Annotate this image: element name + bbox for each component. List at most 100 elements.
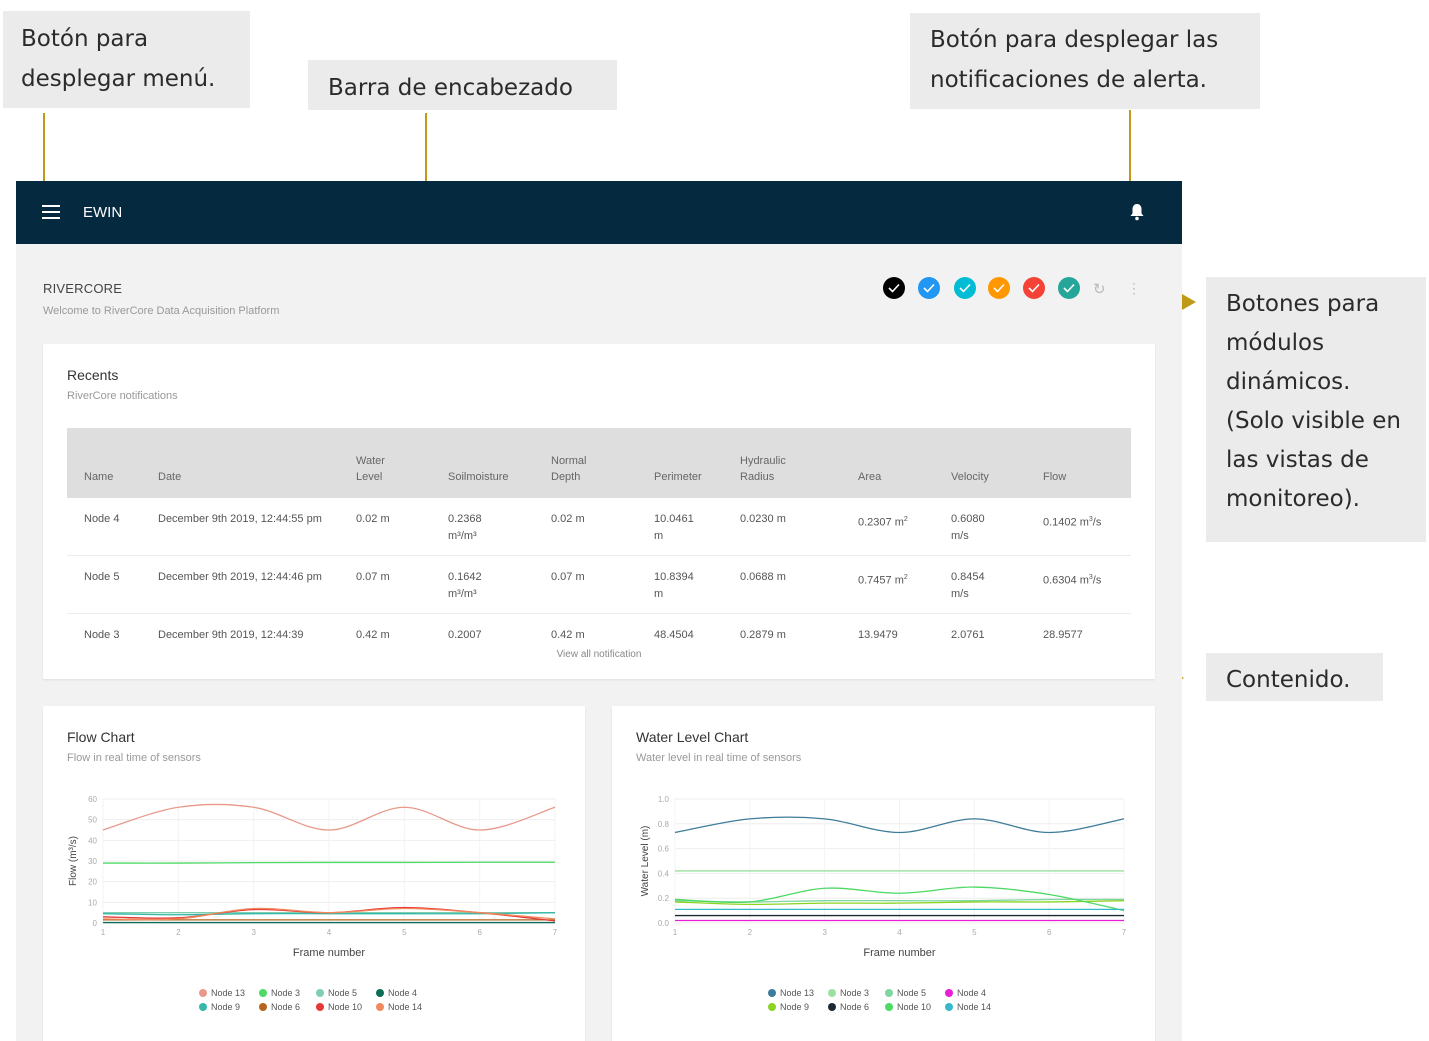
x-tick-label: 1	[673, 928, 678, 937]
column-header[interactable]: Flow	[1026, 428, 1131, 498]
page-title: RIVERCORE	[43, 281, 123, 296]
x-tick-label: 2	[748, 928, 753, 937]
x-tick-label: 6	[1047, 928, 1052, 937]
legend-label: Node 14	[957, 1002, 991, 1012]
module-button-4[interactable]	[988, 277, 1010, 299]
app-title: EWIN	[83, 204, 123, 221]
y-tick-label: 40	[88, 836, 97, 845]
legend-swatch	[259, 989, 267, 997]
module-button-1[interactable]	[883, 277, 905, 299]
column-header[interactable]: Perimeter	[637, 428, 723, 498]
x-tick-label: 1	[101, 928, 106, 937]
legend-label: Node 5	[897, 988, 926, 998]
legend-swatch	[199, 1003, 207, 1011]
cell-soilmoisture: 0.1642 m³/m³	[431, 555, 534, 614]
legend-label: Node 10	[328, 1002, 362, 1012]
flow-chart-card: Flow Chart Flow in real time of sensors …	[43, 706, 585, 1041]
annotation-arrow-menu	[36, 113, 52, 200]
column-header[interactable]: Name	[67, 428, 141, 498]
x-axis-label: Frame number	[293, 947, 365, 959]
annotation-header-bar: Barra de encabezado	[308, 60, 617, 110]
y-tick-label: 0.2	[658, 894, 670, 903]
app-window: EWIN RIVERCORE Welcome to RiverCore Data…	[16, 181, 1182, 1041]
y-tick-label: 0.0	[658, 919, 670, 928]
module-button-5[interactable]	[1023, 277, 1045, 299]
legend-swatch	[259, 1003, 267, 1011]
cell-area: 0.7457 m2	[841, 555, 934, 614]
legend-label: Node 3	[840, 988, 869, 998]
x-tick-label: 4	[327, 928, 332, 937]
legend-swatch	[316, 1003, 324, 1011]
y-tick-label: 1.0	[658, 795, 670, 804]
cell-normal-depth: 0.42 m	[551, 629, 585, 641]
recents-table: Name Date Water Level Soilmoisture Norma…	[67, 428, 1131, 671]
legend-swatch	[316, 989, 324, 997]
check-icon	[1028, 283, 1040, 293]
module-button-3[interactable]	[954, 277, 976, 299]
column-header[interactable]: Date	[141, 428, 339, 498]
check-icon	[993, 283, 1005, 293]
x-tick-label: 7	[1122, 928, 1127, 937]
recents-card: Recents RiverCore notifications Name Dat…	[43, 344, 1155, 679]
recents-subtitle: RiverCore notifications	[67, 390, 178, 402]
recents-title: Recents	[67, 367, 119, 383]
annotation-content: Contenido.	[1206, 653, 1383, 701]
cell-perimeter: 10.8394 m	[637, 555, 723, 614]
x-tick-label: 3	[251, 928, 256, 937]
y-tick-label: 10	[88, 898, 97, 907]
cell-normal-depth: 0.02 m	[534, 498, 637, 556]
column-header[interactable]: Velocity	[934, 428, 1026, 498]
table-row[interactable]: Node 5 December 9th 2019, 12:44:46 pm 0.…	[67, 555, 1131, 614]
legend-swatch	[828, 989, 836, 997]
check-icon	[923, 283, 935, 293]
cell-water-level: 0.07 m	[339, 555, 431, 614]
cell-soilmoisture: 0.2007	[448, 629, 482, 641]
legend-label: Node 6	[840, 1002, 869, 1012]
column-header[interactable]: Hydraulic Radius	[723, 428, 841, 498]
cell-date: December 9th 2019, 12:44:46 pm	[141, 555, 339, 614]
cell-water-level: 0.42 m	[356, 629, 390, 641]
table-row[interactable]: Node 4 December 9th 2019, 12:44:55 pm 0.…	[67, 498, 1131, 556]
legend-label: Node 3	[271, 988, 300, 998]
legend-swatch	[885, 989, 893, 997]
legend-label: Node 6	[271, 1002, 300, 1012]
view-all-notifications-link[interactable]: View all notification	[43, 649, 1155, 660]
more-vertical-icon[interactable]: ⋮	[1127, 280, 1141, 297]
legend-swatch	[945, 1003, 953, 1011]
module-button-2[interactable]	[918, 277, 940, 299]
cell-velocity: 0.6080 m/s	[934, 498, 1026, 556]
annotation-menu-button: Botón para desplegar menú.	[3, 11, 250, 108]
legend-swatch	[885, 1003, 893, 1011]
y-axis-label: Water Level (m)	[640, 826, 651, 897]
notification-bell-icon[interactable]	[1129, 203, 1145, 221]
column-header[interactable]: Water Level	[339, 428, 431, 498]
refresh-icon[interactable]: ↻	[1093, 280, 1106, 298]
annotation-arrow-header	[418, 113, 434, 201]
check-icon	[888, 283, 900, 293]
cell-flow: 0.1402 m3/s	[1026, 498, 1131, 556]
column-header[interactable]: Normal Depth	[534, 428, 637, 498]
column-header[interactable]: Soilmoisture	[431, 428, 534, 498]
legend-swatch	[768, 1003, 776, 1011]
cell-perimeter: 10.0461 m	[637, 498, 723, 556]
legend-swatch	[376, 1003, 384, 1011]
table-row[interactable]: Node 3 December 9th 2019, 12:44:39 0.42 …	[67, 614, 1131, 672]
series-line	[102, 861, 556, 864]
x-tick-label: 7	[553, 928, 558, 937]
cell-date: December 9th 2019, 12:44:39	[158, 629, 304, 641]
cell-velocity: 0.8454 m/s	[934, 555, 1026, 614]
module-button-6[interactable]	[1058, 277, 1080, 299]
y-tick-label: 0.4	[658, 869, 670, 878]
cell-name: Node 5	[67, 555, 141, 614]
cell-hydraulic-radius: 0.0688 m	[723, 555, 841, 614]
x-tick-label: 3	[822, 928, 827, 937]
cell-soilmoisture: 0.2368 m³/m³	[431, 498, 534, 556]
cell-perimeter: 48.4504	[654, 629, 694, 641]
column-header[interactable]: Area	[841, 428, 934, 498]
table-header-row: Name Date Water Level Soilmoisture Norma…	[67, 428, 1131, 498]
y-tick-label: 50	[88, 816, 97, 825]
cell-water-level: 0.02 m	[339, 498, 431, 556]
hamburger-menu-icon[interactable]	[42, 205, 60, 219]
cell-name: Node 4	[67, 498, 141, 556]
y-tick-label: 20	[88, 878, 97, 887]
